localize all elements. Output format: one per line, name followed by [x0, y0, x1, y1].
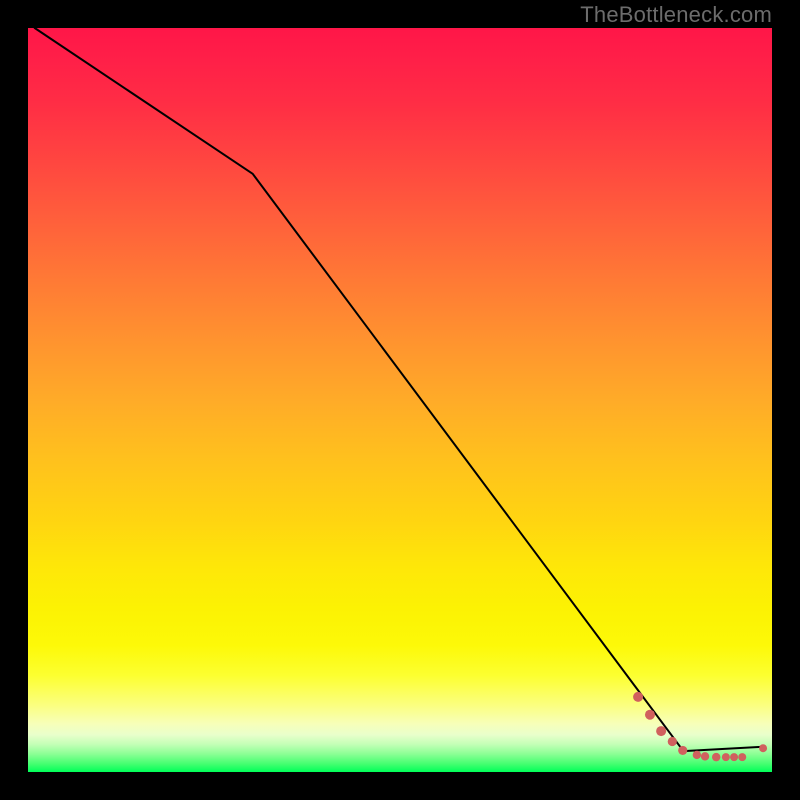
line-series — [35, 28, 765, 751]
scatter-point — [693, 751, 701, 759]
scatter-point — [738, 753, 746, 761]
scatter-point — [730, 753, 738, 761]
scatter-point — [668, 737, 677, 746]
scatter-point — [678, 746, 687, 755]
chart-svg — [28, 28, 772, 772]
scatter-point — [633, 692, 643, 702]
scatter-point — [645, 710, 655, 720]
scatter-point — [712, 753, 720, 761]
scatter-point — [759, 744, 767, 752]
watermark-text: TheBottleneck.com — [580, 2, 772, 28]
scatter-point — [701, 752, 709, 760]
curve-path — [35, 28, 765, 751]
scatter-point — [722, 753, 730, 761]
scatter-point — [656, 726, 666, 736]
chart-stage: TheBottleneck.com — [0, 0, 800, 800]
